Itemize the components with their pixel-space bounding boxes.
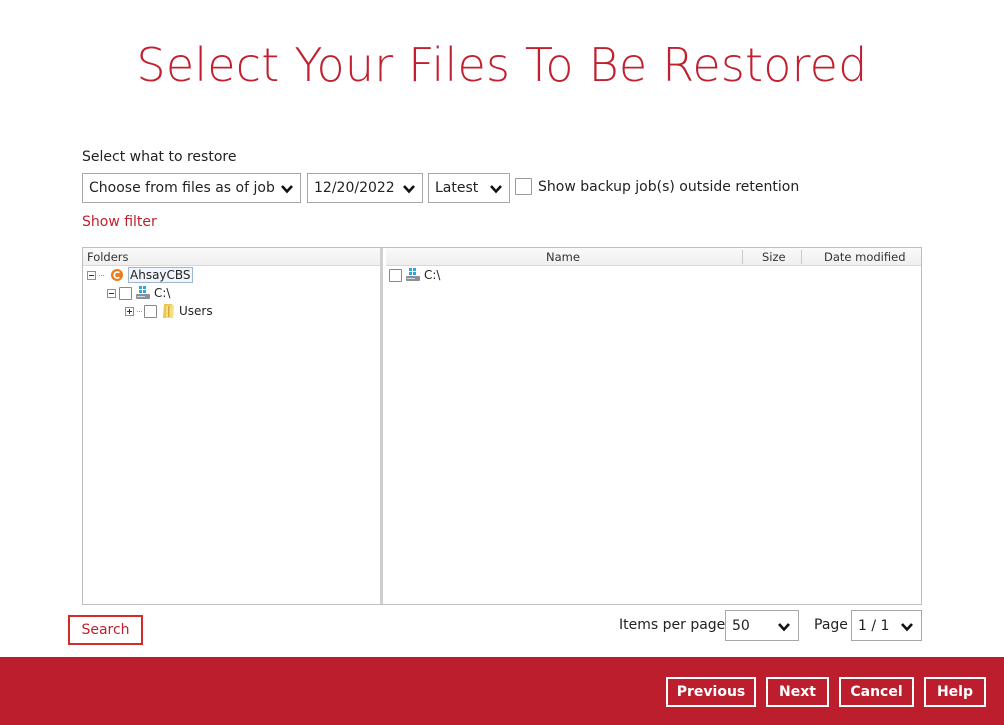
folders-header: Folders: [83, 248, 380, 266]
previous-button[interactable]: Previous: [666, 677, 756, 707]
version-dropdown[interactable]: Latest: [428, 173, 510, 203]
date-value: 12/20/2022: [314, 180, 395, 196]
retention-checkbox[interactable]: [515, 178, 532, 195]
column-separator[interactable]: [801, 250, 802, 264]
show-filter-link[interactable]: Show filter: [82, 214, 157, 230]
tree-node-checkbox[interactable]: [119, 286, 132, 300]
tree-node-label[interactable]: AhsayCBS: [128, 267, 193, 283]
column-size[interactable]: Size: [762, 250, 786, 264]
files-pane: Name Size Date modified C:\: [386, 248, 921, 604]
restore-mode-value: Choose from files as of job: [89, 180, 275, 196]
page-label: Page: [814, 617, 848, 633]
select-what-to-restore-label: Select what to restore: [82, 149, 237, 165]
help-button[interactable]: Help: [924, 677, 986, 707]
items-per-page-value: 50: [732, 617, 750, 634]
next-button[interactable]: Next: [766, 677, 829, 707]
folders-pane: Folders AhsayCBS C:\ Users: [83, 248, 383, 604]
file-checkbox[interactable]: [389, 268, 402, 282]
backup-set-icon: [109, 267, 125, 283]
collapse-icon[interactable]: [87, 270, 96, 280]
restore-page: Select Your Files To Be Restored Select …: [0, 0, 1004, 725]
items-per-page-dropdown[interactable]: 50: [725, 610, 799, 641]
search-button[interactable]: Search: [68, 615, 143, 645]
retention-label: Show backup job(s) outside retention: [538, 178, 800, 195]
column-name[interactable]: Name: [546, 250, 580, 264]
cancel-button[interactable]: Cancel: [839, 677, 914, 707]
tree-node-drive[interactable]: C:\: [107, 285, 170, 301]
chevron-down-icon: [403, 185, 415, 194]
date-dropdown[interactable]: 12/20/2022: [307, 173, 423, 203]
retention-option[interactable]: Show backup job(s) outside retention: [515, 178, 799, 195]
drive-icon: [135, 285, 151, 301]
tree-connector: [137, 310, 142, 312]
file-browser: Folders AhsayCBS C:\ Users Name Size Dat…: [82, 247, 922, 605]
page-dropdown[interactable]: 1 / 1: [851, 610, 922, 641]
chevron-down-icon: [778, 623, 790, 632]
tree-node-checkbox[interactable]: [144, 304, 157, 318]
tree-node-folder[interactable]: Users: [125, 303, 213, 319]
files-header: Name Size Date modified: [386, 248, 921, 266]
drive-icon: [405, 267, 421, 283]
column-separator[interactable]: [742, 250, 743, 264]
chevron-down-icon: [901, 623, 913, 632]
items-per-page-label: Items per page: [619, 617, 726, 633]
page-title: Select Your Files To Be Restored: [136, 38, 868, 92]
folder-icon: [160, 303, 176, 319]
page-value: 1 / 1: [858, 617, 890, 634]
folders-header-label: Folders: [87, 250, 129, 264]
restore-mode-dropdown[interactable]: Choose from files as of job: [82, 173, 301, 203]
file-row[interactable]: C:\: [389, 267, 440, 283]
tree-node-backup-set[interactable]: AhsayCBS: [87, 267, 193, 283]
tree-node-label[interactable]: C:\: [154, 286, 170, 300]
chevron-down-icon: [281, 185, 293, 194]
column-date-modified[interactable]: Date modified: [824, 250, 906, 264]
expand-icon[interactable]: [125, 306, 134, 316]
tree-node-label[interactable]: Users: [179, 304, 213, 318]
chevron-down-icon: [490, 185, 502, 194]
tree-connector: [99, 274, 104, 276]
file-name: C:\: [424, 268, 441, 282]
version-value: Latest: [435, 180, 479, 196]
collapse-icon[interactable]: [107, 288, 116, 298]
